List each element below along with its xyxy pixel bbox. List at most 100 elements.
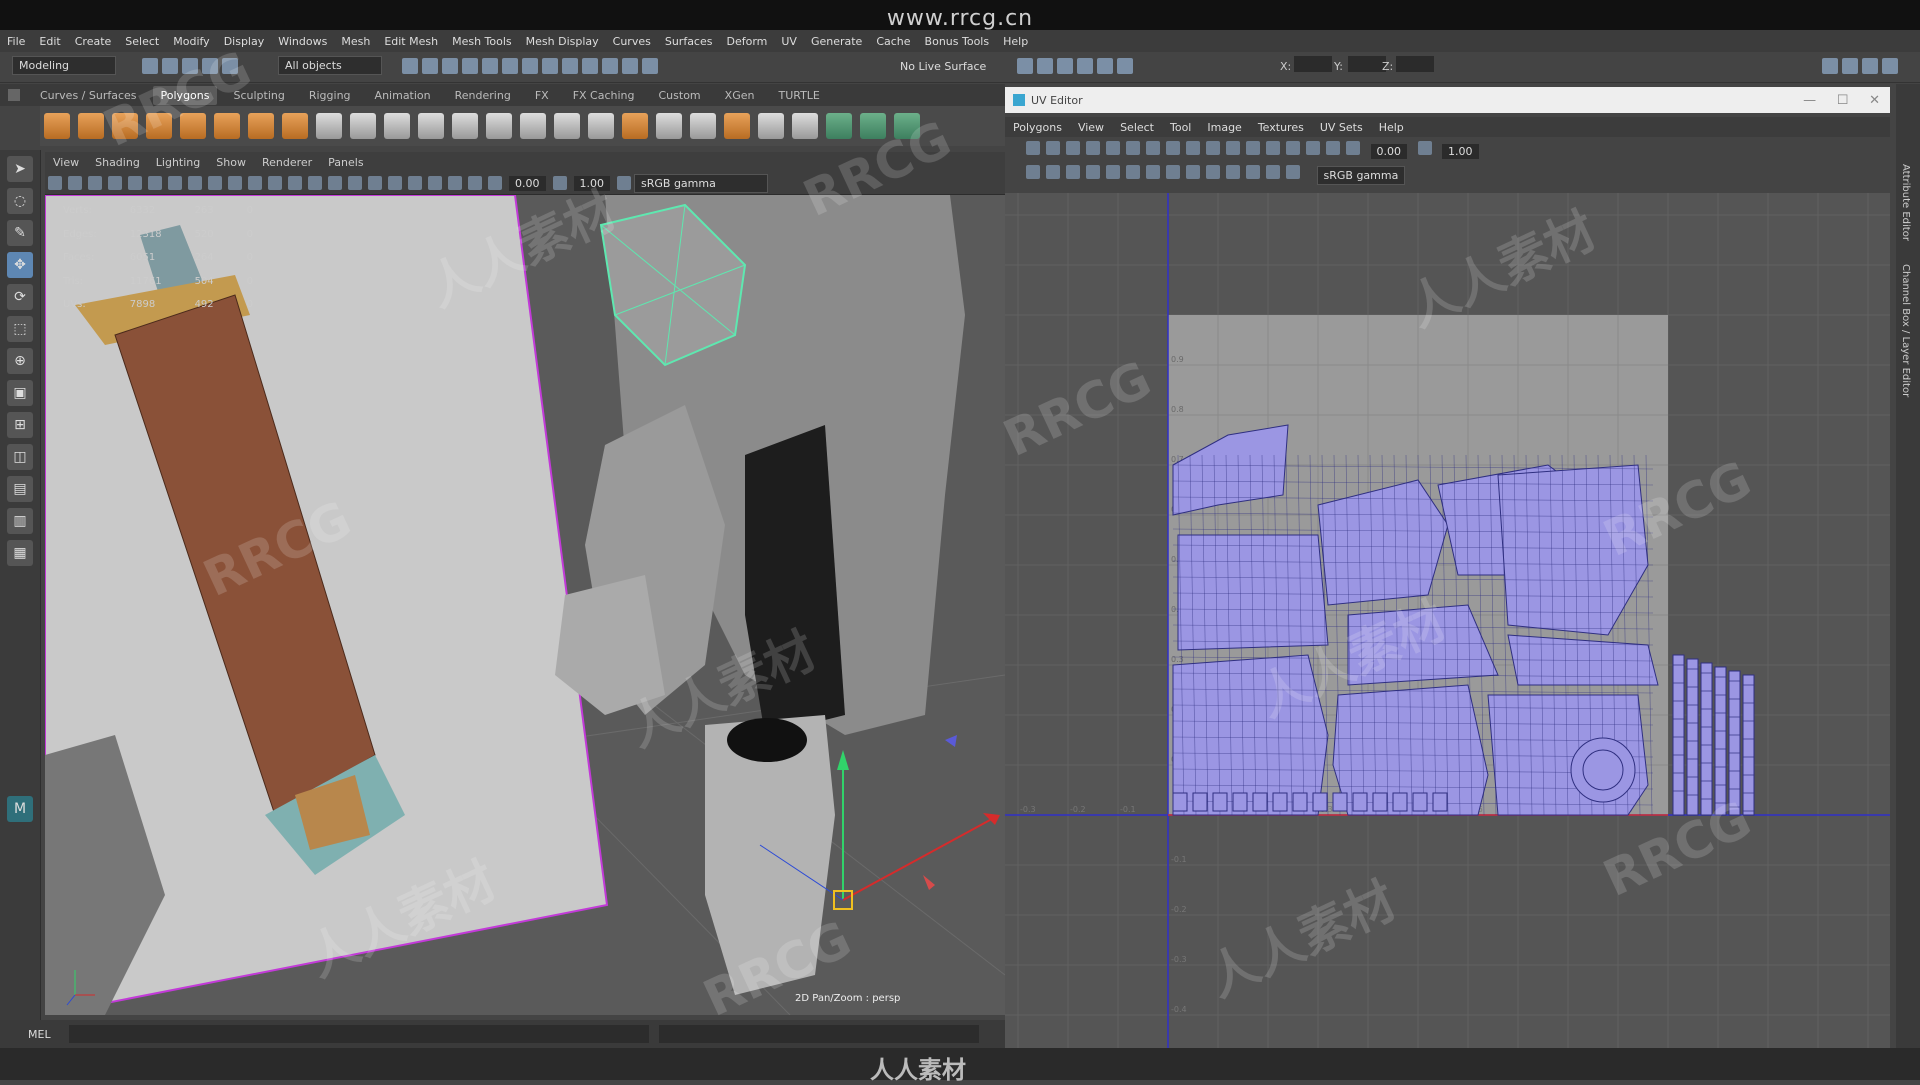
lights-icon[interactable]	[388, 176, 402, 190]
uv-unfold-icon[interactable]	[1106, 141, 1120, 155]
grid-icon[interactable]	[128, 176, 142, 190]
uv-auto-seams-icon[interactable]	[1086, 165, 1100, 179]
render-current-icon[interactable]	[1037, 58, 1053, 74]
fill-hole-icon[interactable]	[622, 113, 648, 139]
uv-colorspace-dropdown[interactable]: sRGB gamma	[1316, 166, 1406, 185]
uv-unstack-icon[interactable]	[1166, 165, 1180, 179]
channel-box-tab[interactable]: Channel Box / Layer Editor	[1900, 264, 1911, 397]
uv-align-icon[interactable]	[1206, 141, 1220, 155]
shelf-tab-animation[interactable]: Animation	[367, 86, 439, 105]
history-icon[interactable]	[582, 58, 598, 74]
uv-sew-icon[interactable]	[1086, 141, 1100, 155]
uv-relax-icon[interactable]	[1106, 165, 1120, 179]
snap-view-plane-icon[interactable]	[542, 58, 558, 74]
select-tool-icon[interactable]: ➤	[7, 156, 33, 182]
menu-edit[interactable]: Edit	[39, 35, 60, 48]
menu-bonus-tools[interactable]: Bonus Tools	[925, 35, 990, 48]
uv-layout-tool-icon[interactable]	[1126, 141, 1140, 155]
paint-select-icon[interactable]: ✎	[7, 220, 33, 246]
uv-grid-icon[interactable]	[1306, 141, 1320, 155]
poly-sphere-icon[interactable]	[44, 113, 70, 139]
textured-icon[interactable]	[368, 176, 382, 190]
menu-edit-mesh[interactable]: Edit Mesh	[384, 35, 438, 48]
uv-straighten-icon[interactable]	[1186, 141, 1200, 155]
select-by-hierarchy-icon[interactable]	[402, 58, 418, 74]
layout-icon[interactable]: ▦	[7, 540, 33, 566]
hypershade-icon[interactable]	[1097, 58, 1113, 74]
gate-mask-icon[interactable]	[188, 176, 202, 190]
viewport-menu-panels[interactable]: Panels	[328, 156, 363, 169]
shelf-tab-fx-caching[interactable]: FX Caching	[565, 86, 643, 105]
camera-attr-icon[interactable]	[68, 176, 82, 190]
exposure-icon[interactable]	[488, 176, 502, 190]
hud-icon[interactable]	[468, 176, 482, 190]
attribute-toggle-icon[interactable]	[1862, 58, 1878, 74]
lock-icon[interactable]	[562, 58, 578, 74]
magnet-icon[interactable]	[602, 58, 618, 74]
menu-modify[interactable]: Modify	[173, 35, 209, 48]
sidebar-toggle-icon[interactable]	[1822, 58, 1838, 74]
lasso-tool-icon[interactable]: ◌	[7, 188, 33, 214]
uv-menu-select[interactable]: Select	[1120, 121, 1154, 134]
maximize-icon[interactable]: ☐	[1837, 93, 1849, 108]
bridge-icon[interactable]	[486, 113, 512, 139]
menu-surfaces[interactable]: Surfaces	[665, 35, 713, 48]
channelbox-toggle-icon[interactable]	[1882, 58, 1898, 74]
isolate-select-icon[interactable]	[448, 176, 462, 190]
uv-menu-uv-sets[interactable]: UV Sets	[1320, 121, 1363, 134]
viewport-menu-renderer[interactable]: Renderer	[262, 156, 312, 169]
poly-pipe-icon[interactable]	[282, 113, 308, 139]
menu-mesh-display[interactable]: Mesh Display	[526, 35, 599, 48]
target-weld-icon[interactable]	[588, 113, 614, 139]
wireframe-on-shaded-icon[interactable]	[328, 176, 342, 190]
uv-texture-display-icon[interactable]	[1266, 141, 1280, 155]
uv-shading-icon[interactable]	[1326, 141, 1340, 155]
planar-map-icon[interactable]	[826, 113, 852, 139]
uv-filter-icon[interactable]	[1266, 165, 1280, 179]
four-view-icon[interactable]: ⊞	[7, 412, 33, 438]
combine-icon[interactable]	[316, 113, 342, 139]
single-view-icon[interactable]: ▣	[7, 380, 33, 406]
move-tool-icon[interactable]: ✥	[7, 252, 33, 278]
selection-mask-dropdown[interactable]: All objects	[278, 56, 382, 75]
smooth-icon[interactable]	[418, 113, 444, 139]
select-by-component-icon[interactable]	[442, 58, 458, 74]
film-gate-icon[interactable]	[148, 176, 162, 190]
close-icon[interactable]: ✕	[1869, 93, 1880, 108]
uv-exposure-icon[interactable]	[1346, 141, 1360, 155]
uv-distribute-icon[interactable]	[1226, 141, 1240, 155]
uv-menu-textures[interactable]: Textures	[1258, 121, 1304, 134]
mode-dropdown[interactable]: Modeling	[12, 56, 116, 75]
offset-edge-loop-icon[interactable]	[690, 113, 716, 139]
uv-menu-polygons[interactable]: Polygons	[1013, 121, 1062, 134]
uv-match-icon[interactable]	[1206, 165, 1220, 179]
field-chart-icon[interactable]	[208, 176, 222, 190]
menu-cache[interactable]: Cache	[876, 35, 910, 48]
uv-menu-help[interactable]: Help	[1379, 121, 1404, 134]
uv-move-icon[interactable]	[1026, 165, 1040, 179]
uv-gamma-icon[interactable]	[1417, 141, 1432, 155]
uv-snap-icon[interactable]	[1246, 141, 1260, 155]
safe-action-icon[interactable]	[228, 176, 242, 190]
shelf-tab-custom[interactable]: Custom	[651, 86, 709, 105]
outliner-toggle-icon[interactable]	[1842, 58, 1858, 74]
colorspace-dropdown[interactable]: sRGB gamma	[634, 173, 768, 193]
viewport-menu-show[interactable]: Show	[216, 156, 246, 169]
minimize-icon[interactable]: —	[1803, 93, 1816, 108]
uv-pin-icon[interactable]	[1226, 165, 1240, 179]
rotate-tool-icon[interactable]: ⟳	[7, 284, 33, 310]
uv-dim-image-icon[interactable]	[1286, 165, 1300, 179]
attribute-editor-tab[interactable]: Attribute Editor	[1900, 164, 1911, 241]
mel-label[interactable]: MEL	[28, 1028, 51, 1041]
shadows-icon[interactable]	[408, 176, 422, 190]
two-view-icon[interactable]: ◫	[7, 444, 33, 470]
render-settings-icon[interactable]	[1077, 58, 1093, 74]
xray-icon[interactable]	[348, 176, 362, 190]
uv-rotate-icon[interactable]	[1166, 141, 1180, 155]
menu-windows[interactable]: Windows	[278, 35, 327, 48]
shelf-menu-icon[interactable]	[8, 89, 20, 101]
uv-layout-icon[interactable]	[758, 113, 784, 139]
x-field[interactable]	[1294, 56, 1332, 72]
z-field[interactable]	[1396, 56, 1434, 72]
menu-uv[interactable]: UV	[781, 35, 797, 48]
